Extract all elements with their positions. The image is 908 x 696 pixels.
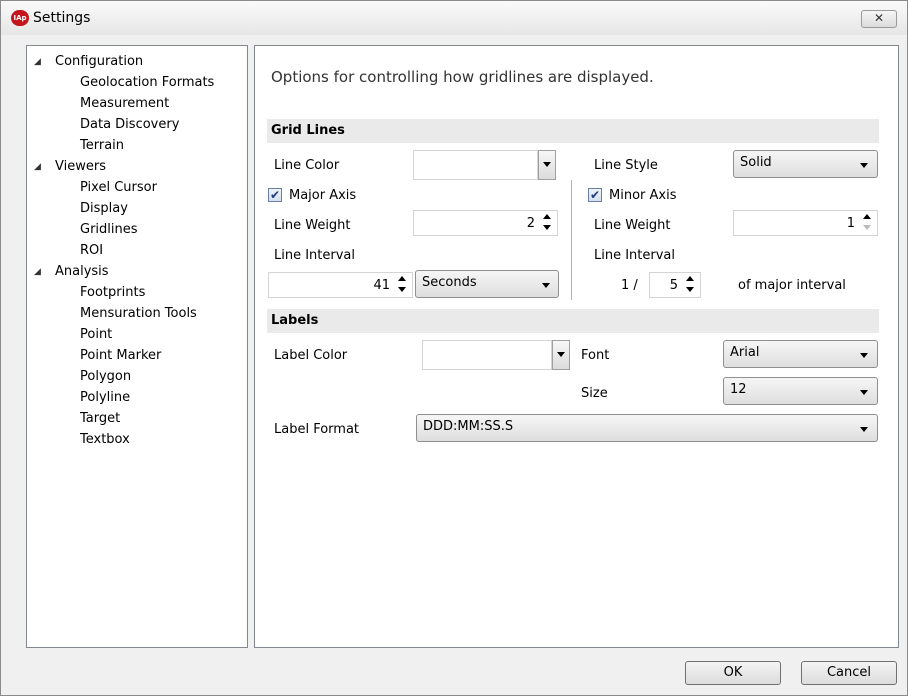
tree-item-terrain[interactable]: Terrain [80, 136, 124, 156]
settings-tree: ◢ Configuration Geolocation Formats Meas… [26, 45, 248, 648]
spin-arrows-icon[interactable] [860, 211, 874, 235]
tree-item-roi[interactable]: ROI [80, 241, 103, 261]
chevron-down-icon [557, 352, 565, 357]
font-value: Arial [730, 345, 760, 360]
spin-arrows-icon[interactable] [540, 211, 554, 235]
major-interval-unit-value: Seconds [422, 275, 477, 290]
major-axis-checkbox[interactable]: ✔ [268, 188, 282, 202]
tree-item-textbox[interactable]: Textbox [80, 430, 130, 450]
line-color-label: Line Color [274, 158, 340, 173]
tree-group-label: Analysis [55, 264, 109, 279]
minor-axis-checkbox[interactable]: ✔ [588, 188, 602, 202]
tree-item-pixel-cursor[interactable]: Pixel Cursor [80, 178, 157, 198]
ok-button[interactable]: OK [685, 661, 781, 685]
minor-interval-value: 5 [669, 278, 678, 293]
tree-expand-icon[interactable]: ◢ [34, 157, 41, 177]
close-button[interactable]: ✕ [861, 10, 897, 28]
app-icon: IAp [11, 10, 29, 26]
minor-line-interval-label: Line Interval [594, 248, 676, 263]
size-value: 12 [730, 382, 747, 397]
tree-item-mensuration-tools[interactable]: Mensuration Tools [80, 304, 197, 324]
chevron-down-icon [860, 353, 868, 358]
tree-item-display[interactable]: Display [80, 199, 128, 219]
line-color-dropdown-button[interactable] [538, 150, 556, 180]
minor-line-weight-value: 1 [846, 216, 855, 231]
label-color-swatch[interactable] [422, 340, 552, 370]
tree-group-configuration[interactable]: ◢ Configuration [27, 52, 247, 72]
major-line-weight-value: 2 [526, 216, 535, 231]
tree-expand-icon[interactable]: ◢ [34, 52, 41, 72]
chevron-down-icon [860, 427, 868, 432]
major-line-interval-stepper[interactable]: 41 [268, 272, 413, 298]
label-format-value: DDD:MM:SS.S [423, 419, 514, 434]
tree-item-data-discovery[interactable]: Data Discovery [80, 115, 179, 135]
line-style-value: Solid [740, 155, 772, 170]
minor-interval-suffix: of major interval [738, 278, 846, 293]
tree-group-label: Configuration [55, 54, 144, 69]
cancel-button[interactable]: Cancel [801, 661, 897, 685]
tree-item-polyline[interactable]: Polyline [80, 388, 130, 408]
minor-line-weight-stepper[interactable]: 1 [733, 210, 878, 236]
line-color-swatch[interactable] [413, 150, 538, 180]
tree-group-label: Viewers [55, 159, 106, 174]
minor-interval-stepper[interactable]: 5 [649, 272, 701, 298]
grid-lines-divider [571, 180, 572, 300]
size-label: Size [581, 386, 608, 401]
line-style-select[interactable]: Solid [733, 150, 878, 178]
chevron-down-icon [860, 390, 868, 395]
tree-item-polygon[interactable]: Polygon [80, 367, 131, 387]
major-line-interval-label: Line Interval [274, 248, 356, 263]
tree-item-footprints[interactable]: Footprints [80, 283, 145, 303]
line-style-label: Line Style [594, 158, 658, 173]
spin-arrows-icon[interactable] [683, 273, 697, 297]
major-interval-unit-select[interactable]: Seconds [415, 270, 559, 298]
tree-item-point[interactable]: Point [80, 325, 112, 345]
major-axis-label: Major Axis [289, 188, 357, 203]
settings-window: IAp Settings ✕ ◢ Configuration Geolocati… [0, 0, 908, 696]
gridlines-settings-panel: Options for controlling how gridlines ar… [254, 45, 899, 648]
chevron-down-icon [860, 163, 868, 168]
font-select[interactable]: Arial [723, 340, 878, 368]
tree-item-point-marker[interactable]: Point Marker [80, 346, 161, 366]
title-bar: IAp Settings ✕ [1, 1, 907, 35]
chevron-down-icon [542, 283, 550, 288]
minor-interval-prefix: 1 / [621, 278, 638, 293]
minor-line-weight-label: Line Weight [594, 218, 671, 233]
tree-item-gridlines[interactable]: Gridlines [80, 220, 138, 240]
major-line-weight-stepper[interactable]: 2 [413, 210, 558, 236]
major-line-weight-label: Line Weight [274, 218, 351, 233]
label-color-dropdown-button[interactable] [552, 340, 570, 370]
font-label: Font [581, 348, 610, 363]
tree-group-viewers[interactable]: ◢ Viewers [27, 157, 247, 177]
labels-section-header: Labels [267, 309, 879, 333]
minor-axis-label: Minor Axis [609, 188, 677, 203]
tree-item-measurement[interactable]: Measurement [80, 94, 169, 114]
label-format-label: Label Format [274, 422, 360, 437]
label-color-label: Label Color [274, 348, 348, 363]
window-title: Settings [33, 10, 91, 26]
size-select[interactable]: 12 [723, 377, 878, 405]
major-line-interval-value: 41 [373, 278, 390, 293]
chevron-down-icon [543, 162, 551, 167]
spin-arrows-icon[interactable] [395, 273, 409, 297]
label-format-select[interactable]: DDD:MM:SS.S [416, 414, 878, 442]
tree-expand-icon[interactable]: ◢ [34, 262, 41, 282]
tree-group-analysis[interactable]: ◢ Analysis [27, 262, 247, 282]
tree-item-target[interactable]: Target [80, 409, 120, 429]
tree-item-geolocation-formats[interactable]: Geolocation Formats [80, 73, 214, 93]
panel-description: Options for controlling how gridlines ar… [271, 68, 654, 86]
grid-lines-section-header: Grid Lines [267, 119, 879, 143]
